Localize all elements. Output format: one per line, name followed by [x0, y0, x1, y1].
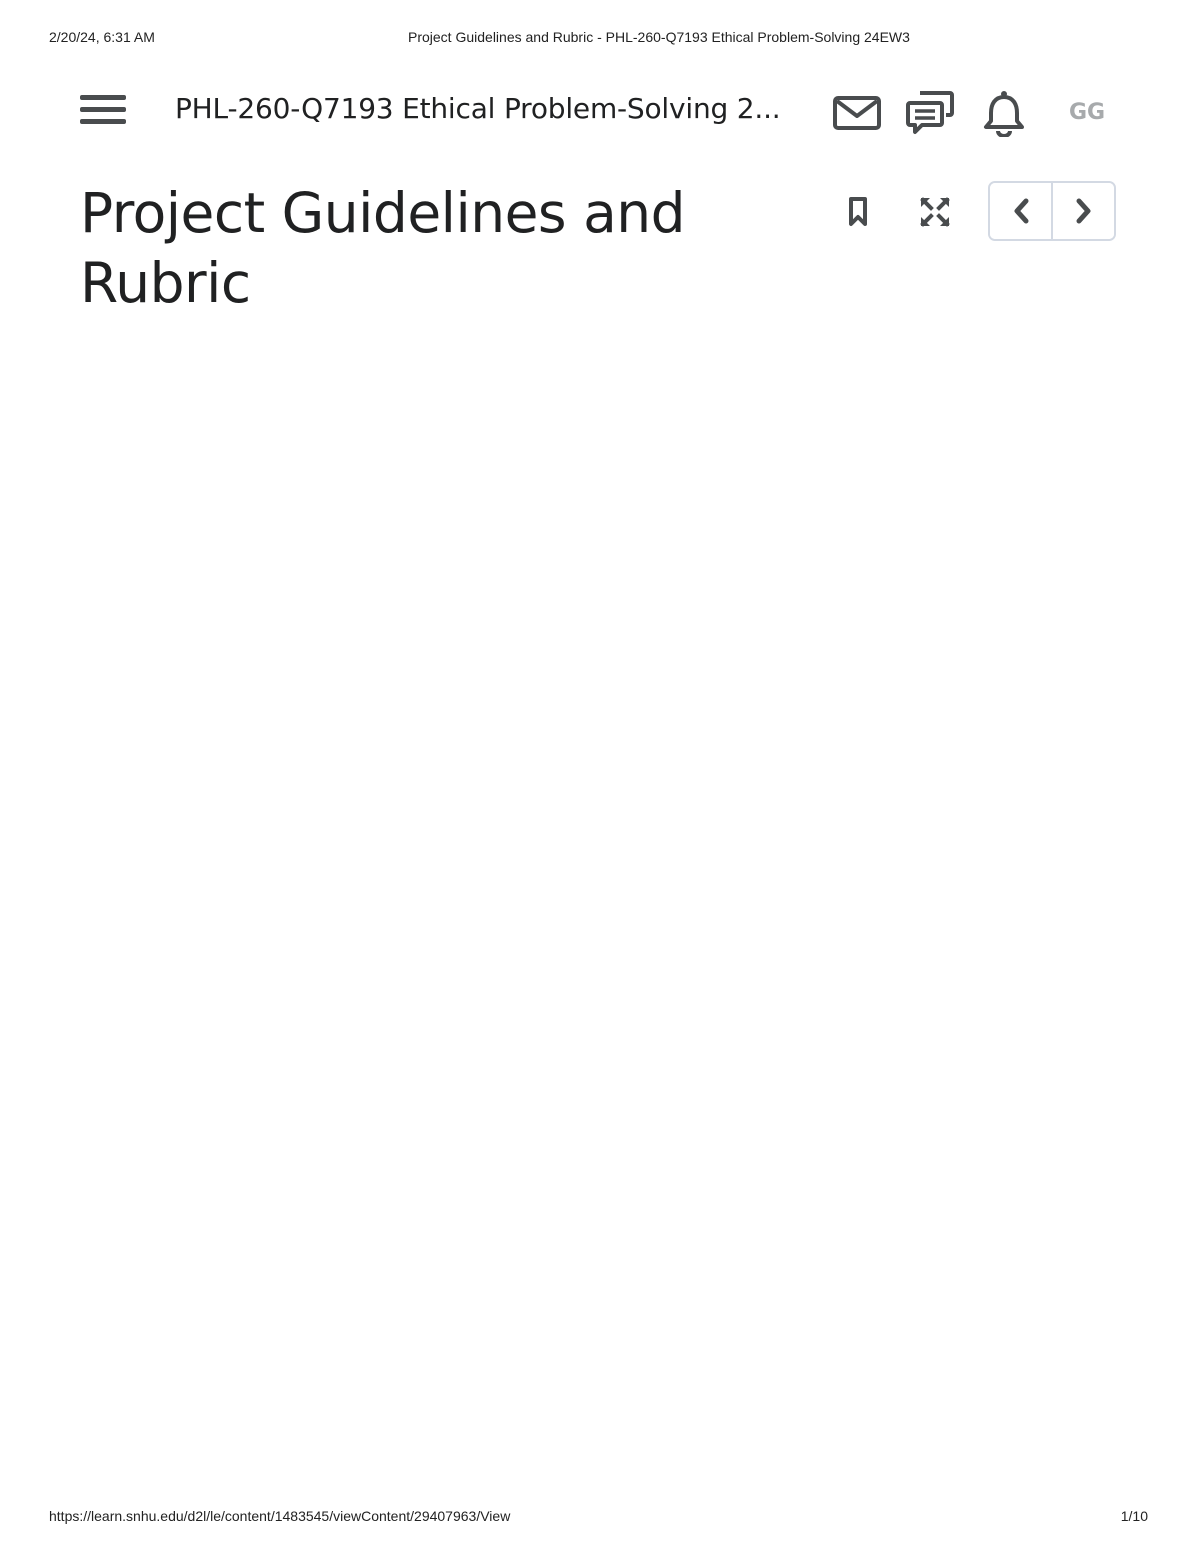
bell-icon[interactable]	[979, 88, 1029, 138]
chat-icon[interactable]	[905, 88, 955, 138]
fullscreen-icon[interactable]	[913, 190, 957, 234]
previous-button[interactable]	[990, 183, 1051, 239]
bookmark-icon[interactable]	[836, 190, 880, 234]
menu-icon[interactable]	[80, 95, 126, 131]
chevron-right-icon	[1076, 198, 1090, 224]
print-header-date: 2/20/24, 6:31 AM	[49, 29, 155, 45]
page-title-line1: Project Guidelines and	[80, 181, 686, 245]
chevron-left-icon	[1014, 198, 1028, 224]
mail-icon[interactable]	[832, 88, 882, 138]
print-footer-url: https://learn.snhu.edu/d2l/le/content/14…	[49, 1508, 511, 1524]
print-header-title: Project Guidelines and Rubric - PHL-260-…	[408, 29, 910, 45]
page-title: Project Guidelines and Rubric	[80, 178, 780, 318]
page-title-line2: Rubric	[80, 251, 251, 315]
next-button[interactable]	[1053, 183, 1114, 239]
course-title[interactable]: PHL-260-Q7193 Ethical Problem-Solving 2.…	[175, 92, 781, 125]
pager	[988, 181, 1116, 241]
avatar[interactable]: GG	[1062, 94, 1112, 130]
print-footer-page-number: 1/10	[1120, 1508, 1148, 1524]
